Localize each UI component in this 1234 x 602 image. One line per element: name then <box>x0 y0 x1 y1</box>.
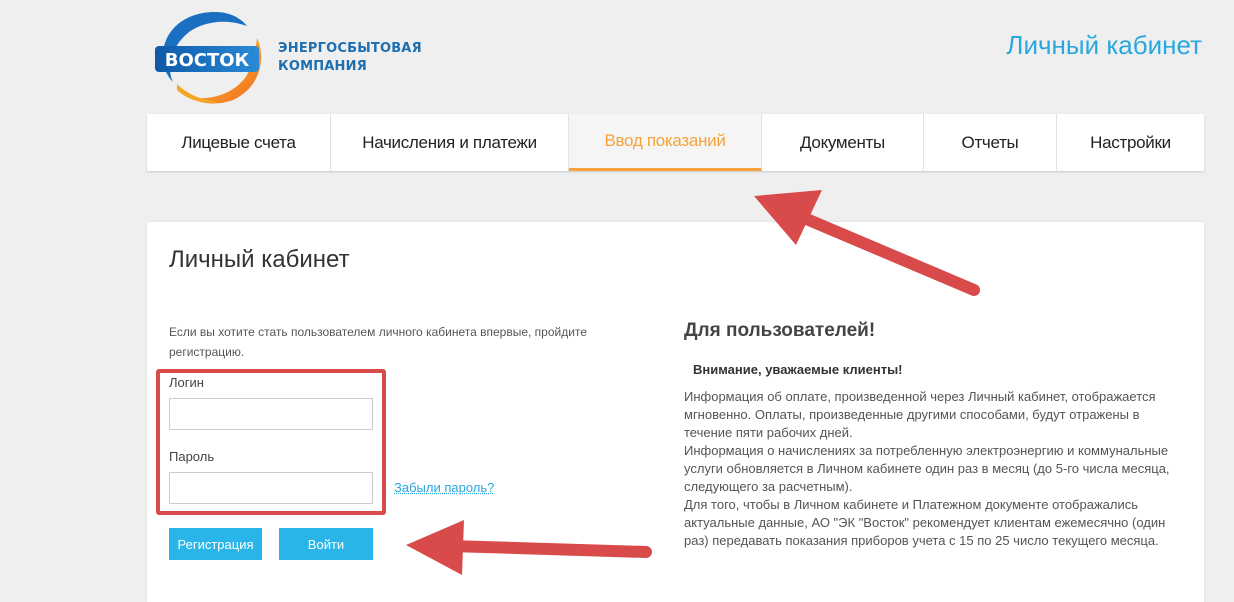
nav-item-reports[interactable]: Отчеты <box>924 114 1057 171</box>
nav-item-documents[interactable]: Документы <box>762 114 924 171</box>
login-input[interactable] <box>169 398 373 430</box>
page-title: Личный кабинет <box>169 246 350 273</box>
logo-word: ВОСТОК <box>165 50 250 71</box>
info-paragraph-readings: Для того, чтобы в Личном кабинете и Плат… <box>684 497 1166 548</box>
login-label: Логин <box>169 375 204 390</box>
nav-item-charges-payments[interactable]: Начисления и платежи <box>331 114 569 171</box>
login-card: Личный кабинет Если вы хотите стать поль… <box>147 222 1204 602</box>
nav-item-accounts[interactable]: Лицевые счета <box>147 114 331 171</box>
register-button[interactable]: Регистрация <box>169 528 262 560</box>
info-body: Информация об оплате, произведенной чере… <box>684 388 1174 550</box>
info-paragraph-payments: Информация об оплате, произведенной чере… <box>684 389 1156 440</box>
nav-item-settings[interactable]: Настройки <box>1057 114 1204 171</box>
login-submit-button[interactable]: Войти <box>279 528 373 560</box>
info-subheading: Внимание, уважаемые клиенты! <box>693 362 903 377</box>
password-label: Пароль <box>169 449 215 464</box>
password-input[interactable] <box>169 472 373 504</box>
company-line-1: ЭНЕРГОСБЫТОВАЯ <box>278 41 422 56</box>
nav-item-meter-readings[interactable]: Ввод показаний <box>569 114 762 171</box>
logo-ring-icon: ВОСТОК <box>155 12 262 104</box>
header-cabinet-title: Личный кабинет <box>1006 30 1202 60</box>
registration-intro: Если вы хотите стать пользователем лично… <box>169 325 587 359</box>
company-name: ЭНЕРГОСБЫТОВАЯ КОМПАНИЯ <box>278 40 422 76</box>
info-heading: Для пользователей! <box>684 320 876 341</box>
forgot-password-link[interactable]: Забыли пароль? <box>394 480 494 495</box>
main-nav: Лицевые счета Начисления и платежи Ввод … <box>147 114 1204 171</box>
vostok-logo[interactable]: ВОСТОК <box>155 8 275 106</box>
company-line-2: КОМПАНИЯ <box>278 59 367 74</box>
info-paragraph-charges: Информация о начислениях за потребленную… <box>684 443 1170 494</box>
